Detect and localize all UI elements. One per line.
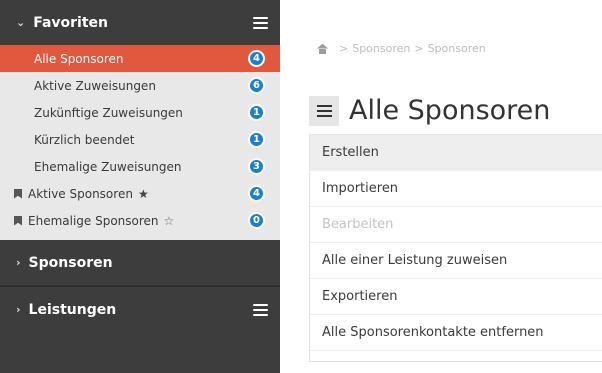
section-title-sponsoren: Sponsoren [28,254,113,271]
sidebar-item-alle-sponsoren[interactable]: Alle Sponsoren 4 [0,45,280,72]
sidebar: ⌄ Favoriten Alle Sponsoren 4 Aktive Zuwe… [0,0,280,373]
hamburger-menu-icon [316,104,332,117]
chevron-right-icon: › [16,303,21,316]
main-content: > Sponsoren > Sponsoren Alle Sponsoren E… [280,0,602,373]
sidebar-item-aktive-zuweisungen[interactable]: Aktive Zuweisungen 6 [0,72,280,99]
sidebar-item-kuerzlich-beendet[interactable]: Kürzlich beendet 1 [0,126,280,153]
page-title: Alle Sponsoren [349,95,551,126]
count-badge: 4 [248,185,265,202]
menu-item-erstellen[interactable]: Erstellen [310,135,602,171]
sidebar-item-label: Kürzlich beendet [34,132,135,147]
actions-dropdown: Erstellen Importieren Bearbeiten Alle ei… [309,134,602,362]
menu-item-bearbeiten: Bearbeiten [310,207,602,243]
section-title-leistungen: Leistungen [28,301,117,318]
count-badge: 6 [248,77,265,94]
section-header-sponsoren[interactable]: › Sponsoren [0,240,280,285]
bookmark-icon [14,188,22,199]
count-badge: 3 [248,158,265,175]
breadcrumb: > Sponsoren > Sponsoren [317,42,486,55]
breadcrumb-separator: > [414,42,424,55]
title-row: Alle Sponsoren [309,95,550,126]
sidebar-item-ehemalige-sponsoren[interactable]: Ehemalige Sponsoren ☆ 0 [0,207,280,234]
favoriten-list: Alle Sponsoren 4 Aktive Zuweisungen 6 Zu… [0,45,280,240]
sidebar-item-label: Aktive Zuweisungen [34,78,156,93]
actions-menu-button[interactable] [309,95,339,126]
sidebar-item-zukuenftige-zuweisungen[interactable]: Zukünftige Zuweisungen 1 [0,99,280,126]
star-filled-icon[interactable]: ★ [138,187,149,201]
bookmark-icon [14,215,22,226]
hamburger-menu-icon[interactable] [253,16,268,29]
breadcrumb-item-sponsoren[interactable]: Sponsoren [352,42,410,55]
menu-item-alle-einer-leistung-zuweisen[interactable]: Alle einer Leistung zuweisen [310,243,602,279]
sidebar-item-label: Alle Sponsoren [34,51,124,66]
sidebar-item-label: Aktive Sponsoren [28,186,133,201]
sidebar-item-aktive-sponsoren[interactable]: Aktive Sponsoren ★ 4 [0,180,280,207]
chevron-right-icon: › [16,256,21,269]
sidebar-item-ehemalige-zuweisungen[interactable]: Ehemalige Zuweisungen 3 [0,153,280,180]
sidebar-item-label: Ehemalige Sponsoren [28,213,159,228]
sidebar-item-label: Ehemalige Zuweisungen [34,159,182,174]
section-header-favoriten[interactable]: ⌄ Favoriten [0,0,280,45]
menu-item-exportieren[interactable]: Exportieren [310,279,602,315]
chevron-down-icon: ⌄ [16,16,26,29]
menu-item-alle-sponsorenkontakte-entfernen[interactable]: Alle Sponsorenkontakte entfernen [310,315,602,351]
count-badge: 0 [248,212,265,229]
breadcrumb-separator: > [339,42,349,55]
count-badge: 1 [248,104,265,121]
count-badge: 4 [248,50,265,67]
sidebar-item-label: Zukünftige Zuweisungen [34,105,183,120]
hamburger-menu-icon[interactable] [253,303,268,316]
breadcrumb-item-sponsoren-current[interactable]: Sponsoren [428,42,486,55]
section-title-favoriten: Favoriten [33,14,109,31]
star-outline-icon[interactable]: ☆ [164,214,175,228]
menu-item-importieren[interactable]: Importieren [310,171,602,207]
section-header-leistungen[interactable]: › Leistungen [0,287,280,332]
count-badge: 1 [248,131,265,148]
home-icon[interactable] [317,44,328,54]
